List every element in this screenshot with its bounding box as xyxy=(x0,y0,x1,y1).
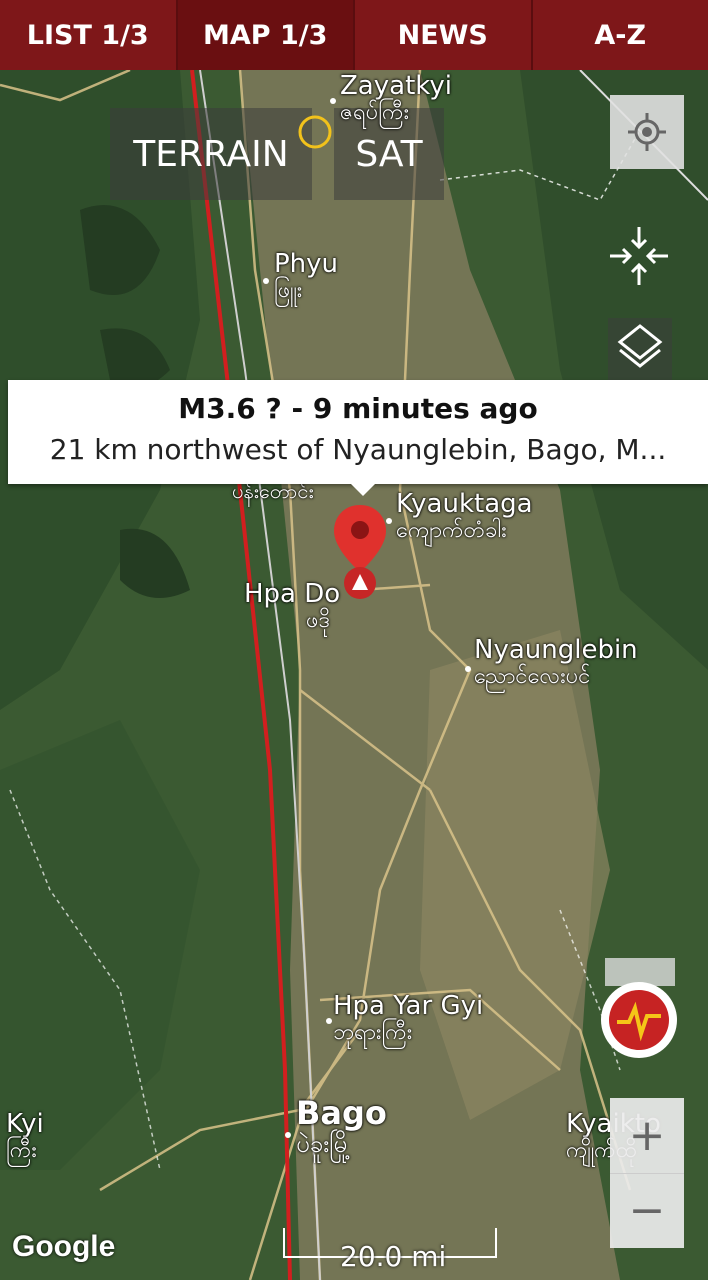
place-name-local: ပဲခူးမြို့ xyxy=(296,1130,351,1159)
google-attribution: Google xyxy=(12,1230,116,1263)
tab-a-z[interactable]: A-Z xyxy=(533,0,708,70)
place-name: Zayatkyi xyxy=(340,71,452,101)
place-name: Nyaunglebin xyxy=(474,635,638,665)
info-card-pointer xyxy=(351,484,375,496)
place-name-local: ညောင်လေးပင် xyxy=(474,663,591,689)
place-kyi: Kyi ကြီး xyxy=(6,1110,44,1163)
map-view[interactable]: TERRAIN SAT Zayatkyi ဇရပ်ကြီး Phyu ဖြူး … xyxy=(0,70,708,1280)
place-dot xyxy=(326,1018,332,1024)
event-info-card[interactable]: M3.6 ? - 9 minutes ago 21 km northwest o… xyxy=(8,380,708,496)
place-name-local: ဖြူး xyxy=(274,277,303,303)
place-name: Kyi xyxy=(6,1109,44,1139)
place-name-local: ဖဒို xyxy=(306,607,331,633)
earthquake-network-logo-icon xyxy=(601,958,677,1058)
scale-label: 20.0 mi xyxy=(340,1240,447,1273)
place-dot xyxy=(330,98,336,104)
place-name: Kyauktaga xyxy=(396,489,533,519)
my-location-icon[interactable] xyxy=(610,95,684,169)
place-name: Hpa Yar Gyi xyxy=(333,991,484,1021)
place-name-local: ကြီး xyxy=(6,1137,37,1163)
tab-list[interactable]: LIST 1/3 xyxy=(0,0,178,70)
place-nyaunglebin: Nyaunglebin ညောင်လေးပင် xyxy=(474,636,638,689)
terrain-button[interactable]: TERRAIN xyxy=(110,108,312,200)
tab-map[interactable]: MAP 1/3 xyxy=(177,0,355,70)
location-marker-icon xyxy=(298,115,332,149)
place-hpa-do: Hpa Do ဖဒို xyxy=(244,580,340,633)
place-dot xyxy=(263,278,269,284)
place-phyu: Phyu ဖြူး xyxy=(274,250,338,303)
place-name-local: ကျောက်တံခါး xyxy=(396,517,507,543)
zoom-controls: + − xyxy=(610,1098,684,1248)
place-bago: Bago ပဲခူးမြို့ xyxy=(296,1094,387,1159)
top-tab-bar: LIST 1/3 MAP 1/3 NEWS A-Z xyxy=(0,0,708,70)
place-name-local: ဇရပ်ကြီး xyxy=(340,99,410,125)
place-kyauktaga: Kyauktaga ကျောက်တံခါး xyxy=(396,490,533,543)
place-name: Hpa Do xyxy=(244,579,341,609)
place-zayatkyi: Zayatkyi ဇရပ်ကြီး xyxy=(340,72,452,125)
zoom-in-button[interactable]: + xyxy=(610,1098,684,1174)
event-headline: M3.6 ? - 9 minutes ago xyxy=(178,392,538,425)
compress-arrows-icon[interactable] xyxy=(606,223,672,289)
earthquake-pin-icon[interactable] xyxy=(330,500,390,610)
place-name: Bago xyxy=(296,1094,387,1132)
place-dot xyxy=(285,1132,291,1138)
place-name: Phyu xyxy=(274,249,339,279)
layers-icon[interactable] xyxy=(608,318,672,380)
place-hpa-yar-gyi: Hpa Yar Gyi ဘုရားကြီး xyxy=(333,992,483,1045)
place-name-local: ဘုရားကြီး xyxy=(333,1019,413,1045)
place-dot xyxy=(465,666,471,672)
tab-news[interactable]: NEWS xyxy=(355,0,533,70)
event-location: 21 km northwest of Nyaunglebin, Bago, M.… xyxy=(49,433,667,466)
zoom-out-button[interactable]: − xyxy=(610,1174,684,1249)
